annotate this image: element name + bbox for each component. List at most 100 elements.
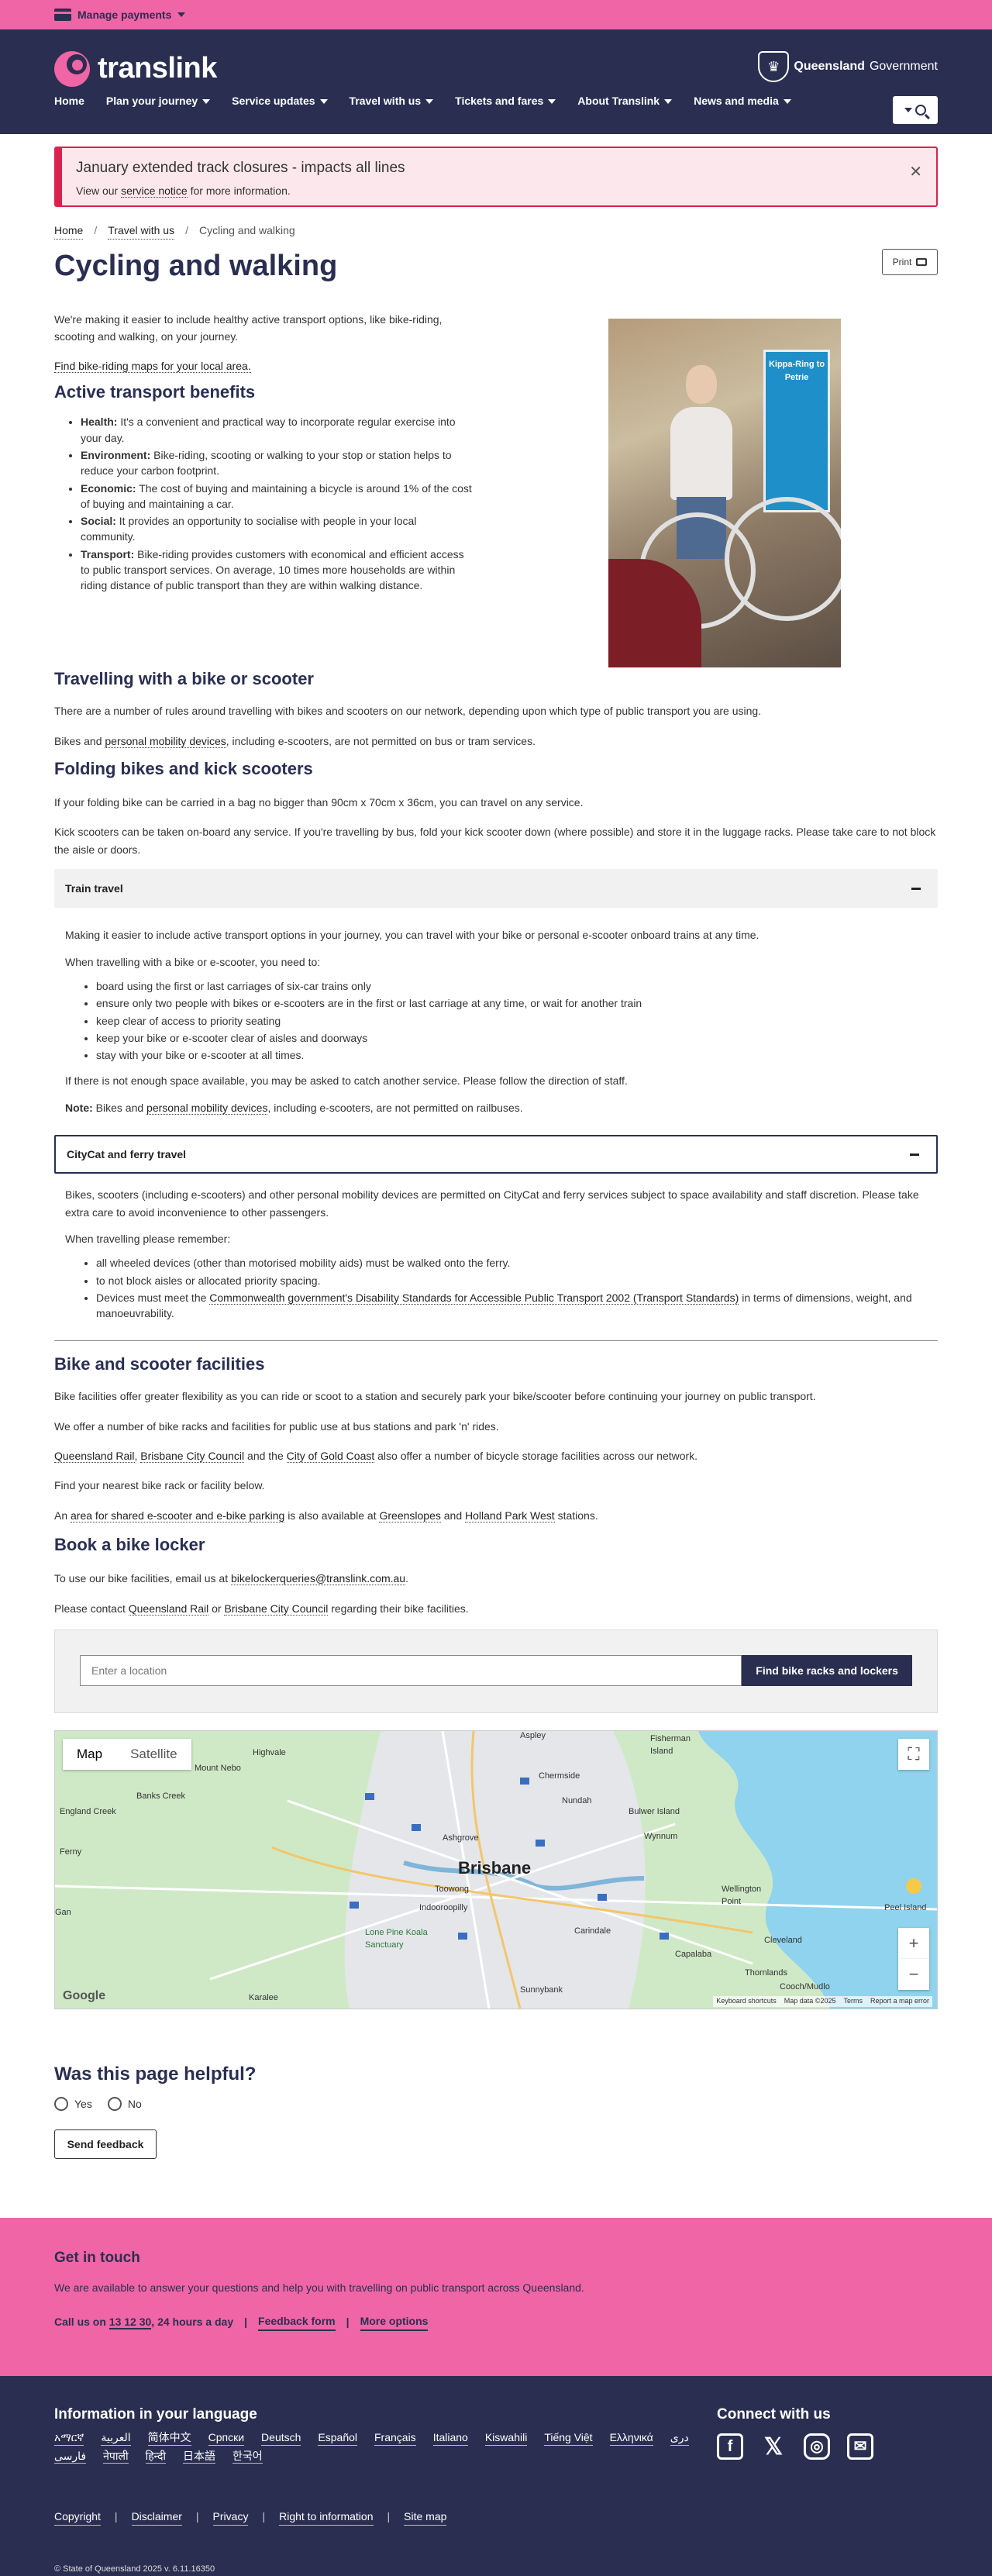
facilities-text: We offer a number of bike racks and faci… [54, 1419, 499, 1433]
x-icon[interactable]: 𝕏 [760, 2433, 787, 2460]
nav-travel-with-us[interactable]: Travel with us [350, 93, 434, 109]
nav-tickets-and-fares[interactable]: Tickets and fares [455, 93, 556, 109]
translink-logo[interactable]: translink [54, 47, 217, 91]
greenslopes-link[interactable]: Greenslopes [379, 1509, 441, 1522]
email-icon[interactable]: ✉ [847, 2433, 873, 2460]
nav-label: About Translink [577, 95, 660, 107]
language-link[interactable]: فارسی [54, 2449, 87, 2464]
minus-icon [910, 1153, 919, 1156]
nav-label: Plan your journey [105, 95, 198, 107]
list-item: Economic: The cost of buying and maintai… [81, 481, 473, 512]
language-link[interactable]: አማርኛ [54, 2430, 84, 2446]
breadcrumb-home[interactable]: Home [54, 222, 84, 240]
language-link[interactable]: دری [670, 2430, 689, 2446]
privacy-link[interactable]: Privacy [212, 2509, 249, 2526]
phone-link[interactable]: 13 12 30 [108, 2316, 152, 2330]
alert-body: View our service notice for more informa… [76, 183, 922, 199]
instagram-icon[interactable]: ◎ [804, 2433, 830, 2460]
queensland-rail-link[interactable]: Queensland Rail [128, 1602, 209, 1616]
brisbane-city-council-link[interactable]: Brisbane City Council [224, 1602, 329, 1616]
queensland-government-logo[interactable]: ♛ Queensland Government [758, 51, 938, 82]
shared-parking-link[interactable]: area for shared e-scooter and e-bike par… [71, 1509, 285, 1522]
breadcrumb: Home / Travel with us / Cycling and walk… [54, 222, 938, 240]
language-link[interactable]: Español [318, 2430, 357, 2446]
disclaimer-link[interactable]: Disclaimer [131, 2509, 182, 2526]
language-link[interactable]: العربية [101, 2430, 131, 2446]
facilities-text: Bike facilities offer greater flexibilit… [54, 1390, 816, 1403]
intro-section: We're making it easier to include health… [54, 311, 473, 594]
right-to-information-link[interactable]: Right to information [279, 2509, 374, 2526]
folding-text: If your folding bike can be carried in a… [54, 796, 584, 809]
brisbane-city-council-link[interactable]: Brisbane City Council [140, 1449, 245, 1463]
travelling-text: There are a number of rules around trave… [54, 705, 762, 718]
train-rules-list: board using the first or last carriages … [96, 978, 938, 1063]
language-link[interactable]: Italiano [432, 2430, 468, 2446]
language-link[interactable]: Kiswahili [484, 2430, 528, 2446]
no-radio[interactable]: No [107, 2096, 142, 2112]
language-link[interactable]: 日本語 [183, 2449, 216, 2464]
nav-service-updates[interactable]: Service updates [232, 93, 328, 109]
feedback-form-link[interactable]: Feedback form [258, 2313, 336, 2332]
queensland-rail-link[interactable]: Queensland Rail [54, 1449, 135, 1463]
zoom-in-button[interactable]: + [898, 1927, 929, 1959]
satellite-tab[interactable]: Satellite [116, 1739, 191, 1770]
language-link[interactable]: Deutsch [261, 2430, 301, 2446]
feedback-options: Yes No [54, 2096, 938, 2112]
locker-email-link[interactable]: bikelockerqueries@translink.com.au [231, 1572, 406, 1586]
kick-scooter-text: Kick scooters can be taken on-board any … [54, 826, 936, 856]
language-link[interactable]: Српски [208, 2430, 245, 2446]
alert-text: for more information. [190, 184, 291, 197]
language-link[interactable]: नेपाली [103, 2449, 129, 2464]
facebook-icon[interactable]: f [717, 2433, 743, 2460]
print-button[interactable]: Print [882, 249, 938, 275]
holland-park-west-link[interactable]: Holland Park West [465, 1509, 555, 1522]
map-tab[interactable]: Map [63, 1739, 116, 1770]
language-link[interactable]: Ελληνικά [609, 2430, 653, 2446]
radio-label: Yes [74, 2097, 92, 2110]
manage-payments-menu[interactable]: Manage payments [54, 7, 186, 23]
breadcrumb-travel-with-us[interactable]: Travel with us [108, 222, 175, 240]
personal-mobility-link[interactable]: personal mobility devices [146, 1101, 268, 1115]
train-note: Note: Bikes and personal mobility device… [65, 1101, 523, 1115]
chevron-down-icon [202, 98, 211, 104]
language-link[interactable]: 한국어 [232, 2449, 263, 2464]
top-bar: Manage payments [0, 0, 992, 29]
facility-finder: Find bike racks and lockers [54, 1629, 938, 1713]
accordion-title: Train travel [65, 881, 123, 895]
nav-plan-your-journey[interactable]: Plan your journey [105, 93, 211, 109]
transport-standards-link[interactable]: Commonwealth government's Disability Sta… [209, 1291, 739, 1305]
keyboard-shortcuts-link[interactable]: Keyboard shortcuts [716, 1996, 777, 2007]
report-error-link[interactable]: Report a map error [870, 1996, 929, 2007]
list-item: Environment: Bike-riding, scooting or wa… [81, 447, 473, 479]
map-place: Toowong [435, 1884, 470, 1894]
locker-heading: Book a bike locker [54, 1535, 205, 1555]
search-button[interactable] [893, 96, 938, 124]
language-link[interactable]: Tiếng Việt [544, 2430, 593, 2446]
site-map-link[interactable]: Site map [404, 2509, 447, 2526]
language-link[interactable]: 简体中文 [147, 2430, 191, 2446]
list-item: Transport: Bike-riding provides customer… [81, 547, 473, 594]
nav-about-translink[interactable]: About Translink [577, 93, 673, 109]
more-options-link[interactable]: More options [360, 2313, 429, 2332]
copyright-link[interactable]: Copyright [54, 2509, 101, 2526]
fullscreen-icon[interactable]: ⛶ [898, 1738, 929, 1770]
language-link[interactable]: Français [374, 2430, 416, 2446]
citycat-ferry-accordion[interactable]: CityCat and ferry travel [54, 1135, 938, 1174]
language-link[interactable]: हिन्दी [145, 2449, 167, 2464]
bike-maps-link[interactable]: Find bike-riding maps for your local are… [54, 360, 251, 374]
nav-news-and-media[interactable]: News and media [694, 93, 791, 109]
map-place: Indooroopilly [419, 1902, 468, 1912]
service-notice-link[interactable]: service notice [121, 184, 188, 198]
find-bike-racks-button[interactable]: Find bike racks and lockers [742, 1654, 912, 1686]
personal-mobility-link[interactable]: personal mobility devices [105, 734, 226, 748]
send-feedback-button[interactable]: Send feedback [54, 2129, 157, 2159]
terms-link[interactable]: Terms [843, 1996, 863, 2007]
gold-coast-link[interactable]: City of Gold Coast [286, 1449, 375, 1463]
facilities-map[interactable]: Map Satellite ⛶ + − Aspley Fisherman Isl… [54, 1729, 938, 2009]
close-icon[interactable]: ✕ [909, 160, 922, 184]
location-input[interactable] [80, 1654, 742, 1686]
nav-home[interactable]: Home [54, 93, 84, 109]
zoom-out-button[interactable]: − [898, 1958, 929, 1990]
train-travel-accordion[interactable]: Train travel [54, 869, 938, 909]
yes-radio[interactable]: Yes [54, 2096, 92, 2112]
